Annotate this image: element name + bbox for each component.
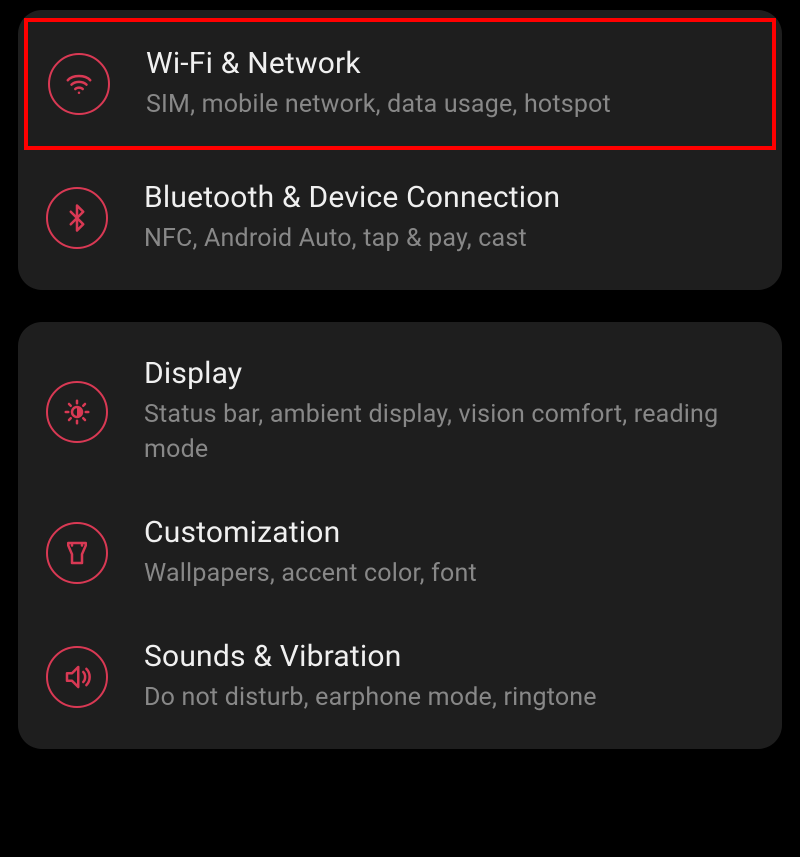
settings-item-text: Customization Wallpapers, accent color, … <box>144 515 754 591</box>
settings-item-text: Wi-Fi & Network SIM, mobile network, dat… <box>146 46 752 122</box>
settings-item-text: Sounds & Vibration Do not disturb, earph… <box>144 639 754 715</box>
settings-group-device: Display Status bar, ambient display, vis… <box>18 322 782 749</box>
settings-item-bluetooth[interactable]: Bluetooth & Device Connection NFC, Andro… <box>18 156 782 280</box>
settings-item-title: Customization <box>144 515 754 550</box>
settings-item-customization[interactable]: Customization Wallpapers, accent color, … <box>18 491 782 615</box>
display-icon <box>46 381 108 443</box>
settings-item-subtitle: Do not disturb, earphone mode, ringtone <box>144 680 754 715</box>
settings-item-wifi-network[interactable]: Wi-Fi & Network SIM, mobile network, dat… <box>28 30 772 138</box>
sounds-icon <box>46 646 108 708</box>
settings-item-subtitle: Status bar, ambient display, vision comf… <box>144 397 754 467</box>
customization-icon <box>46 522 108 584</box>
settings-item-subtitle: SIM, mobile network, data usage, hotspot <box>146 87 752 122</box>
settings-item-text: Display Status bar, ambient display, vis… <box>144 356 754 467</box>
settings-item-title: Sounds & Vibration <box>144 639 754 674</box>
settings-item-subtitle: Wallpapers, accent color, font <box>144 556 754 591</box>
settings-item-title: Wi-Fi & Network <box>146 46 752 81</box>
settings-item-display[interactable]: Display Status bar, ambient display, vis… <box>18 332 782 491</box>
settings-item-title: Display <box>144 356 754 391</box>
bluetooth-icon <box>46 187 108 249</box>
settings-group-connectivity: Wi-Fi & Network SIM, mobile network, dat… <box>18 10 782 290</box>
wifi-icon <box>48 53 110 115</box>
settings-item-sounds[interactable]: Sounds & Vibration Do not disturb, earph… <box>18 615 782 739</box>
settings-item-subtitle: NFC, Android Auto, tap & pay, cast <box>144 221 754 256</box>
settings-item-title: Bluetooth & Device Connection <box>144 180 754 215</box>
settings-item-text: Bluetooth & Device Connection NFC, Andro… <box>144 180 754 256</box>
highlight-box: Wi-Fi & Network SIM, mobile network, dat… <box>24 18 776 150</box>
